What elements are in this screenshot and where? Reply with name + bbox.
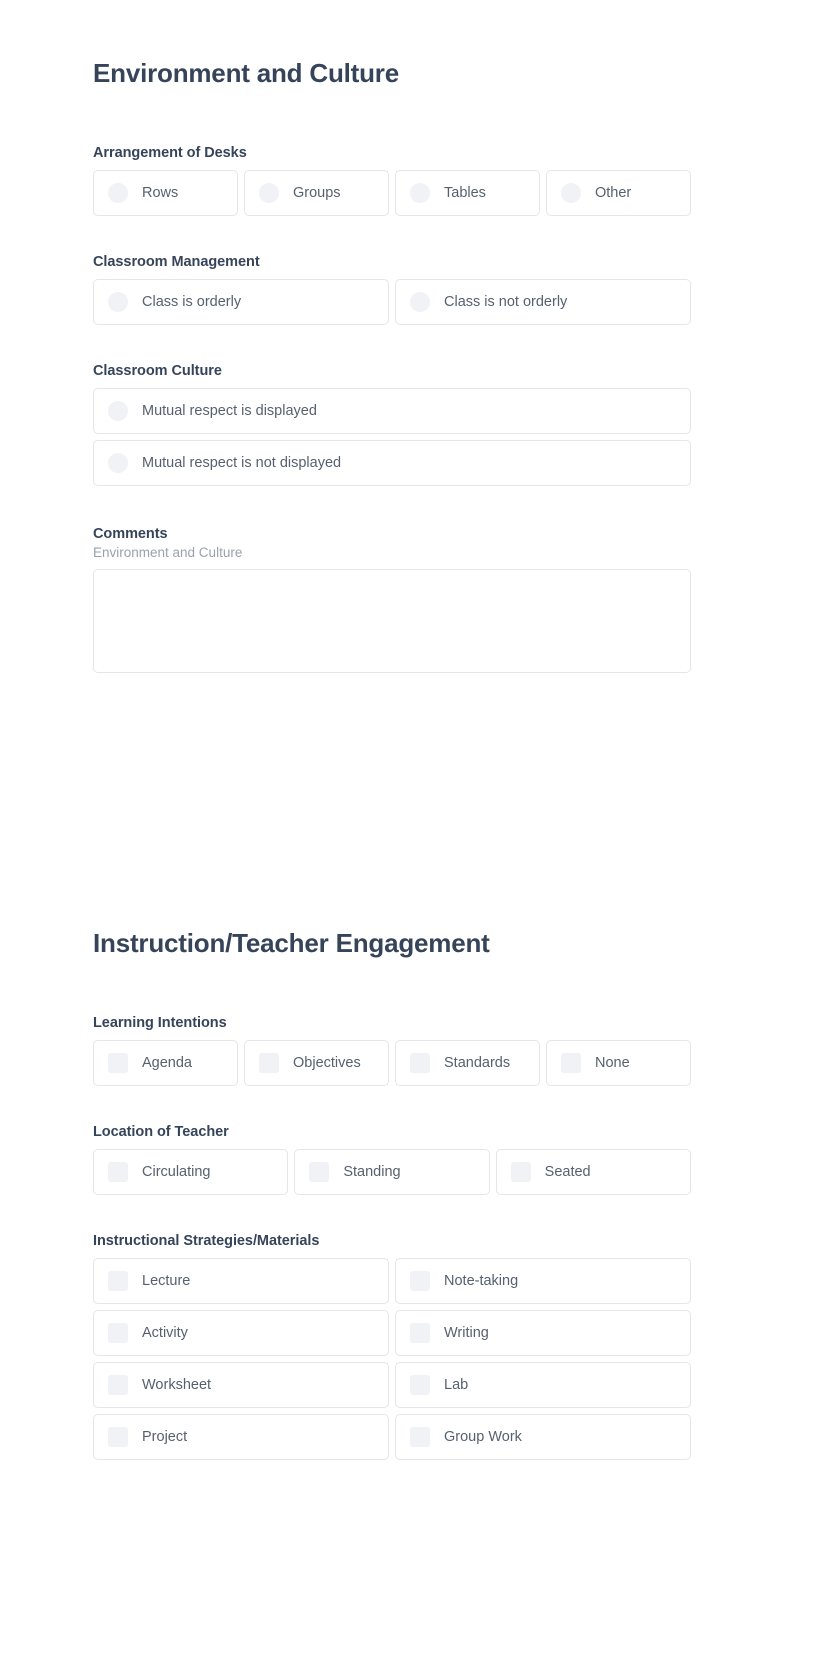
group-label-arrangement-of-desks: Arrangement of Desks (93, 145, 247, 162)
option-label-agenda: Agenda (142, 1056, 192, 1071)
checkbox-icon-worksheet[interactable] (108, 1375, 128, 1396)
option-label-class-is-not-orderly: Class is not orderly (444, 294, 568, 310)
option-label-project: Project (142, 1430, 188, 1445)
section-title-instruction-teacher-engagement: Instruction/Teacher Engagement (93, 928, 490, 959)
group-label-instructional-strategies-materials: Instructional Strategies/Materials (93, 1233, 320, 1250)
section-title-environment-and-culture: Environment and Culture (93, 58, 399, 88)
option-label-lab: Lab (444, 1378, 469, 1393)
option-activity[interactable]: Activity (93, 1310, 389, 1357)
radio-icon-tables[interactable] (410, 183, 430, 204)
option-lab[interactable]: Lab (395, 1362, 691, 1409)
option-label-class-is-orderly: Class is orderly (142, 294, 242, 310)
checkbox-icon-group-work[interactable] (410, 1427, 430, 1448)
option-mutual-respect-is-displayed[interactable]: Mutual respect is displayed (93, 388, 691, 435)
option-label-standing: Standing (343, 1165, 401, 1180)
radio-icon-mutual-respect-is-not-displayed[interactable] (108, 453, 128, 474)
option-label-other: Other (595, 185, 632, 201)
option-label-circulating: Circulating (142, 1165, 211, 1180)
form-content: Environment and Culture Arrangement of D… (93, 0, 691, 1461)
option-seated[interactable]: Seated (495, 1149, 691, 1196)
option-label-lecture: Lecture (142, 1274, 191, 1289)
checkbox-icon-activity[interactable] (108, 1323, 128, 1344)
option-tables[interactable]: Tables (395, 170, 540, 217)
option-label-rows: Rows (142, 185, 179, 201)
radio-icon-class-is-orderly[interactable] (108, 292, 128, 313)
checkbox-icon-agenda[interactable] (108, 1053, 128, 1074)
option-group-work[interactable]: Group Work (395, 1414, 691, 1461)
field-group-arrangement-of-desks: Arrangement of Desks Rows Groups Tables … (93, 145, 691, 217)
field-group-instructional-strategies-materials: Instructional Strategies/Materials Lectu… (93, 1233, 691, 1461)
radio-icon-mutual-respect-is-displayed[interactable] (108, 401, 128, 422)
option-label-standards: Standards (444, 1056, 511, 1071)
checkbox-icon-seated[interactable] (510, 1162, 531, 1183)
checkbox-icon-standards[interactable] (410, 1053, 430, 1074)
field-group-classroom-management: Classroom Management Class is orderly Cl… (93, 254, 691, 326)
comments-textarea[interactable] (93, 569, 691, 674)
option-writing[interactable]: Writing (395, 1310, 691, 1357)
options-arrangement-of-desks: Rows Groups Tables Other (93, 170, 691, 217)
option-label-tables: Tables (444, 185, 486, 201)
field-group-classroom-culture: Classroom Culture Mutual respect is disp… (93, 363, 691, 487)
option-label-groups: Groups (293, 185, 341, 201)
option-groups[interactable]: Groups (244, 170, 389, 217)
option-label-mutual-respect-is-not-displayed: Mutual respect is not displayed (142, 455, 342, 471)
option-agenda[interactable]: Agenda (93, 1040, 238, 1087)
options-classroom-management: Class is orderly Class is not orderly (93, 279, 691, 326)
options-location-of-teacher: Circulating Standing Seated (93, 1149, 691, 1196)
option-class-is-orderly[interactable]: Class is orderly (93, 279, 389, 326)
radio-icon-other[interactable] (561, 183, 581, 204)
option-label-objectives: Objectives (293, 1056, 361, 1071)
option-other[interactable]: Other (546, 170, 691, 217)
checkbox-icon-note-taking[interactable] (410, 1271, 430, 1292)
checkbox-icon-lab[interactable] (410, 1375, 430, 1396)
option-standing[interactable]: Standing (294, 1149, 490, 1196)
option-standards[interactable]: Standards (395, 1040, 540, 1087)
option-label-note-taking: Note-taking (444, 1274, 519, 1289)
checkbox-icon-circulating[interactable] (108, 1162, 128, 1183)
checkbox-icon-writing[interactable] (410, 1323, 430, 1344)
option-label-none: None (595, 1056, 630, 1071)
observation-form-page: Environment and Culture Arrangement of D… (0, 0, 840, 1680)
option-label-mutual-respect-is-displayed: Mutual respect is displayed (142, 403, 317, 419)
checkbox-icon-standing[interactable] (309, 1162, 330, 1183)
group-label-classroom-culture: Classroom Culture (93, 363, 222, 380)
radio-icon-rows[interactable] (108, 183, 128, 204)
option-class-is-not-orderly[interactable]: Class is not orderly (395, 279, 691, 326)
radio-icon-groups[interactable] (259, 183, 279, 204)
field-group-location-of-teacher: Location of Teacher Circulating Standing… (93, 1124, 691, 1196)
option-label-activity: Activity (142, 1326, 188, 1341)
group-label-classroom-management: Classroom Management (93, 254, 260, 271)
option-label-writing: Writing (444, 1326, 489, 1341)
option-label-group-work: Group Work (444, 1430, 522, 1445)
option-circulating[interactable]: Circulating (93, 1149, 289, 1196)
comments-label: Comments (93, 526, 168, 543)
option-note-taking[interactable]: Note-taking (395, 1258, 691, 1305)
options-learning-intentions: Agenda Objectives Standards None (93, 1040, 691, 1087)
options-instructional-strategies-materials: Lecture Note-taking Activity Writing Wor… (93, 1258, 691, 1461)
checkbox-icon-none[interactable] (561, 1053, 581, 1074)
option-label-seated: Seated (544, 1165, 591, 1180)
option-worksheet[interactable]: Worksheet (93, 1362, 389, 1409)
option-rows[interactable]: Rows (93, 170, 238, 217)
field-group-learning-intentions: Learning Intentions Agenda Objectives St… (93, 1015, 691, 1087)
checkbox-icon-lecture[interactable] (108, 1271, 128, 1292)
options-classroom-culture: Mutual respect is displayed Mutual respe… (93, 388, 691, 487)
option-project[interactable]: Project (93, 1414, 389, 1461)
option-objectives[interactable]: Objectives (244, 1040, 389, 1087)
option-none[interactable]: None (546, 1040, 691, 1087)
option-mutual-respect-is-not-displayed[interactable]: Mutual respect is not displayed (93, 440, 691, 487)
checkbox-icon-objectives[interactable] (259, 1053, 279, 1074)
option-lecture[interactable]: Lecture (93, 1258, 389, 1305)
group-label-location-of-teacher: Location of Teacher (93, 1124, 229, 1141)
comments-subtitle: Environment and Culture (93, 545, 243, 561)
checkbox-icon-project[interactable] (108, 1427, 128, 1448)
group-label-learning-intentions: Learning Intentions (93, 1015, 227, 1032)
comments-field-environment-and-culture: Comments Environment and Culture (93, 526, 691, 678)
option-label-worksheet: Worksheet (142, 1378, 212, 1393)
radio-icon-class-is-not-orderly[interactable] (410, 292, 430, 313)
